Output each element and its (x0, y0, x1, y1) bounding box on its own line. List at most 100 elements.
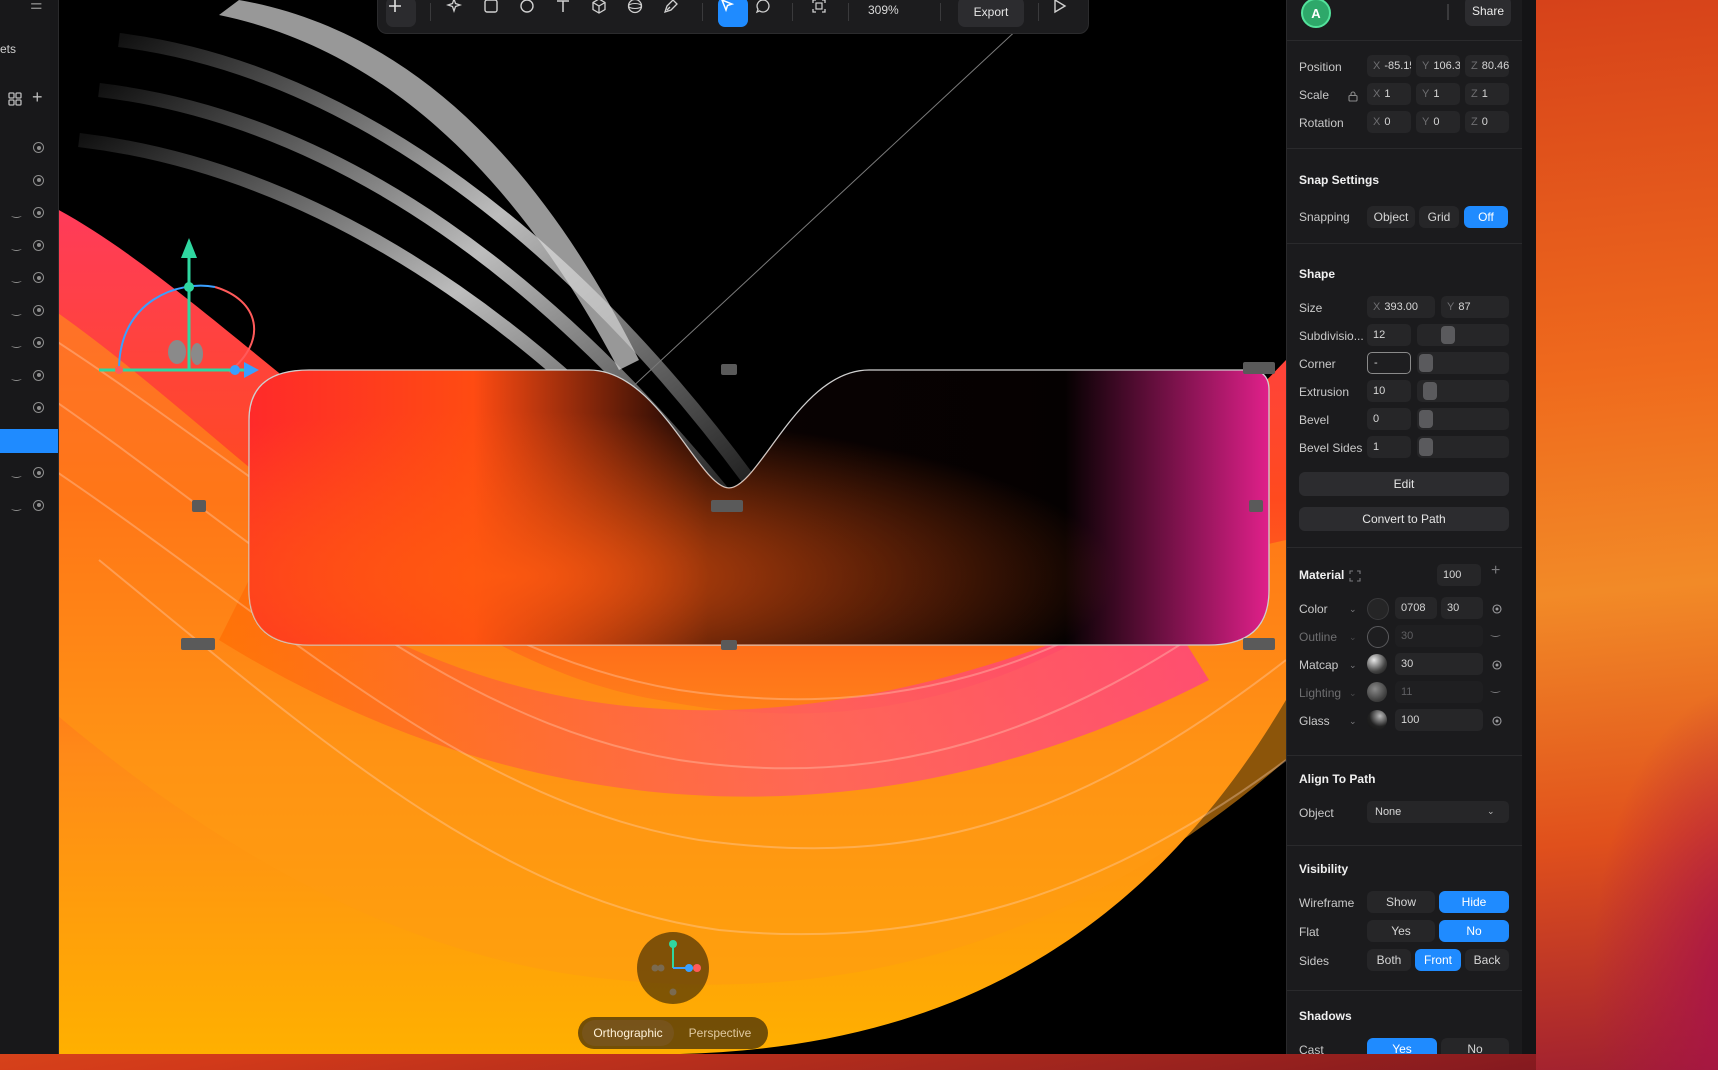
position-x-input[interactable]: X-85.15 (1367, 55, 1411, 77)
scale-z-input[interactable]: Z1 (1465, 83, 1509, 105)
visibility-icon[interactable] (1491, 715, 1503, 727)
rotation-z-input[interactable]: Z0 (1465, 111, 1509, 133)
layer-row[interactable] (0, 136, 58, 160)
visibility-icon[interactable] (33, 174, 44, 186)
layer-row[interactable] (0, 428, 58, 453)
lighting-swatch[interactable] (1367, 682, 1387, 702)
slider-knob[interactable] (1419, 354, 1433, 372)
comment-tool-button[interactable] (754, 0, 784, 27)
extrusion-slider[interactable] (1417, 380, 1509, 402)
canvas-viewport[interactable]: 309% Export Orthographic Perspective (59, 0, 1286, 1054)
select-tool-button[interactable] (718, 0, 748, 27)
lighting-value-input[interactable]: 11 (1395, 681, 1483, 703)
visibility-icon[interactable] (1491, 659, 1503, 671)
matcap-swatch[interactable] (1367, 654, 1387, 674)
lock-icon[interactable] (1347, 90, 1359, 102)
material-opacity-input[interactable]: 100 (1437, 564, 1481, 586)
grid-icon[interactable] (8, 92, 22, 106)
corner-input[interactable]: - (1367, 352, 1411, 374)
layer-row[interactable]: ‿ (0, 331, 58, 355)
visibility-icon[interactable] (33, 142, 44, 153)
assets-tab-label[interactable]: ets (0, 42, 16, 56)
ellipse-tool-button[interactable] (518, 0, 548, 27)
visibility-icon[interactable] (33, 467, 44, 478)
layer-row[interactable]: ‿ (0, 494, 58, 518)
size-y-input[interactable]: Y 87 (1441, 296, 1509, 318)
share-button[interactable]: Share (1465, 0, 1511, 26)
size-x-input[interactable]: X 393.00 (1367, 296, 1435, 318)
orientation-gizmo[interactable] (637, 932, 709, 1004)
convert-to-path-button[interactable]: Convert to Path (1299, 507, 1509, 531)
sides-front-option[interactable]: Front (1415, 949, 1461, 971)
matcap-value-input[interactable]: 30 (1395, 653, 1483, 675)
edit-shape-button[interactable]: Edit (1299, 472, 1509, 496)
flat-yes-option[interactable]: Yes (1367, 920, 1435, 942)
slider-knob[interactable] (1419, 410, 1433, 428)
perspective-option[interactable]: Perspective (676, 1020, 764, 1046)
cast-yes-option[interactable]: Yes (1367, 1038, 1437, 1054)
sphere-tool-button[interactable] (626, 0, 656, 27)
cube-tool-button[interactable] (590, 0, 620, 27)
layer-row[interactable] (0, 396, 58, 420)
color-swatch[interactable] (1367, 598, 1389, 620)
bevel-input[interactable]: 0 (1367, 408, 1411, 430)
hidden-icon[interactable]: ‿ (1491, 624, 1500, 637)
snap-grid-option[interactable]: Grid (1419, 206, 1459, 228)
visibility-icon[interactable] (1491, 603, 1503, 615)
visibility-icon[interactable] (33, 207, 44, 218)
extrusion-input[interactable]: 10 (1367, 380, 1411, 402)
subdivisions-slider[interactable] (1417, 324, 1509, 346)
outline-swatch[interactable] (1367, 626, 1389, 648)
sides-back-option[interactable]: Back (1465, 949, 1509, 971)
add-layer-icon[interactable]: + (1491, 562, 1500, 580)
visibility-icon[interactable] (33, 402, 44, 413)
bevel-slider[interactable] (1417, 408, 1509, 430)
bevel-sides-slider[interactable] (1417, 436, 1509, 458)
menu-icon[interactable]: ☰ (30, 0, 50, 12)
slider-knob[interactable] (1419, 438, 1433, 456)
position-y-input[interactable]: Y 106.3 (1416, 55, 1460, 77)
visibility-icon[interactable] (33, 499, 44, 511)
scale-x-input[interactable]: X1 (1367, 83, 1411, 105)
cast-no-option[interactable]: No (1441, 1038, 1509, 1054)
layer-row[interactable]: ‿ (0, 461, 58, 485)
zoom-level[interactable]: 309% (868, 3, 899, 17)
add-object-button[interactable] (386, 0, 416, 27)
scale-y-input[interactable]: Y1 (1416, 83, 1460, 105)
snap-off-option[interactable]: Off (1464, 206, 1508, 228)
visibility-icon[interactable] (33, 337, 44, 348)
chevron-down-icon[interactable]: ⌄ (1349, 604, 1357, 615)
layer-row[interactable]: ‿ (0, 234, 58, 258)
chevron-down-icon[interactable]: ⌄ (1349, 716, 1357, 727)
outline-value-input[interactable]: 30 (1395, 625, 1483, 647)
pen-tool-button[interactable] (662, 0, 692, 27)
slider-knob[interactable] (1441, 326, 1455, 344)
play-button[interactable] (1050, 0, 1080, 27)
subdivisions-input[interactable]: 12 (1367, 324, 1411, 346)
sides-both-option[interactable]: Both (1367, 949, 1411, 971)
position-z-input[interactable]: Z 80.46 (1465, 55, 1509, 77)
text-tool-button[interactable] (554, 0, 584, 27)
visibility-icon[interactable] (33, 304, 44, 316)
chevron-down-icon[interactable]: ⌄ (1349, 688, 1357, 699)
wireframe-show-option[interactable]: Show (1367, 891, 1435, 913)
chevron-down-icon[interactable]: ⌄ (1349, 660, 1357, 671)
layer-row[interactable]: ‿ (0, 266, 58, 290)
glass-value-input[interactable]: 100 (1395, 709, 1483, 731)
slider-knob[interactable] (1423, 382, 1437, 400)
ai-tool-button[interactable] (446, 0, 476, 27)
layer-row[interactable] (0, 169, 58, 193)
visibility-icon[interactable] (33, 239, 44, 251)
rotation-y-input[interactable]: Y0 (1416, 111, 1460, 133)
chevron-down-icon[interactable]: ⌄ (1349, 632, 1357, 643)
flat-no-option[interactable]: No (1439, 920, 1509, 942)
export-button[interactable]: Export (958, 0, 1024, 27)
color-opacity-input[interactable]: 30 (1441, 597, 1483, 619)
layer-row[interactable]: ‿ (0, 201, 58, 225)
avatar[interactable]: A (1301, 0, 1331, 28)
layer-row[interactable]: ‿ (0, 364, 58, 388)
layer-row[interactable]: ‿ (0, 299, 58, 323)
color-hex-input[interactable]: 0708 (1395, 597, 1437, 619)
orthographic-option[interactable]: Orthographic (582, 1020, 674, 1046)
chevron-down-icon[interactable]: ⌄ (1487, 806, 1495, 817)
